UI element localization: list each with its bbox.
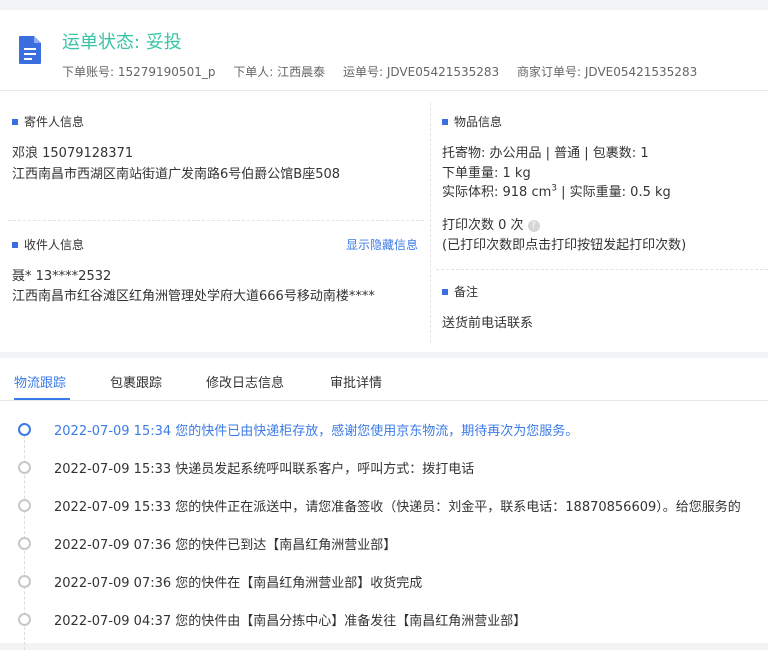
waybill-info: 寄件人信息 邓浪 15079128371 江西南昌市西湖区南站街道广发南路6号伯… (0, 91, 768, 352)
divider (430, 103, 431, 343)
timeline-item: 2022-07-09 04:37 您的快件由【南昌分拣中心】准备发往【南昌红角洲… (0, 610, 768, 630)
section-marker-icon (12, 118, 18, 125)
divider (8, 220, 424, 221)
sender-address: 江西南昌市西湖区南站街道广发南路6号伯爵公馆B座508 (12, 167, 341, 182)
section-marker-icon (12, 241, 18, 248)
sender-name-phone: 邓浪 15079128371 (12, 146, 134, 161)
divider (436, 269, 768, 270)
timeline-dot-icon (18, 461, 31, 474)
status-label: 运单状态: (62, 32, 141, 53)
print-count: 打印次数 0 次? (442, 214, 540, 233)
active-tab-indicator (14, 398, 70, 400)
goods-volume-weight: 实际体积: 918 cm3 | 实际重量: 0.5 kg (442, 183, 671, 200)
merchant-order-number: 商家订单号: JDVE05421535283 (517, 65, 698, 79)
tracking-tabs: 物流跟踪 包裹跟踪 修改日志信息 审批详情 (0, 358, 768, 401)
waybill-number: 运单号: JDVE05421535283 (342, 65, 500, 79)
timeline-item: 2022-07-09 07:36 您的快件已到达【南昌红角洲营业部】 (0, 534, 768, 554)
status-value: 妥投 (145, 32, 182, 53)
remark-section-title: 备注 (442, 283, 478, 300)
order-account: 下单账号: 15279190501_p (62, 65, 216, 79)
receiver-address: 江西南昌市红谷滩区红角洲管理处学府大道666号移动南楼**** (12, 289, 375, 304)
remark-text: 送货前电话联系 (442, 316, 534, 331)
timeline-item: 2022-07-09 15:34 您的快件已由快递柜存放，感谢您使用京东物流，期… (0, 420, 768, 440)
section-marker-icon (442, 288, 448, 295)
tracking-panel: 物流跟踪 包裹跟踪 修改日志信息 审批详情 2022-07-09 15:34 您… (0, 358, 768, 650)
receiver-section-title: 收件人信息 (12, 236, 84, 253)
goods-line-1: 托寄物: 办公用品 | 普通 | 包裹数: 1 (442, 146, 649, 161)
document-icon (19, 36, 41, 64)
help-icon[interactable]: ? (527, 219, 540, 232)
orderer: 下单人: 江西晨泰 (233, 65, 326, 79)
timeline-dot-icon (18, 613, 31, 626)
timeline-item-text: 2022-07-09 07:36 您的快件已到达【南昌红角洲营业部】 (54, 538, 397, 553)
timeline-item-text: 2022-07-09 07:36 您的快件在【南昌红角洲营业部】收货完成 (54, 576, 423, 591)
timeline-item: 2022-07-09 07:36 您的快件在【南昌红角洲营业部】收货完成 (0, 572, 768, 592)
receiver-name-phone: 聂* 13****2532 (12, 269, 112, 284)
section-marker-icon (442, 118, 448, 125)
goods-order-weight: 下单重量: 1 kg (442, 166, 531, 181)
tab-change-log[interactable]: 修改日志信息 (206, 372, 284, 391)
timeline-dot-icon (18, 423, 31, 436)
waybill-meta: 下单账号: 15279190501_p 下单人: 江西晨泰 运单号: JDVE0… (62, 63, 711, 80)
tab-package-tracking[interactable]: 包裹跟踪 (110, 372, 162, 391)
tab-approval-details[interactable]: 审批详情 (330, 372, 382, 391)
print-count-note: (已打印次数即点击打印按钮发起打印次数) (442, 238, 687, 253)
timeline-item: 2022-07-09 15:33 快递员发起系统呼叫联系客户，呼叫方式：拨打电话 (0, 458, 768, 478)
timeline-item-text: 2022-07-09 15:33 您的快件正在派送中，请您准备签收（快递员：刘金… (54, 500, 741, 515)
waybill-status: 运单状态: 妥投 (62, 28, 182, 54)
tab-logistics-tracking[interactable]: 物流跟踪 (14, 372, 66, 391)
timeline-dot-icon (18, 499, 31, 512)
timeline-item-text: 2022-07-09 04:37 您的快件由【南昌分拣中心】准备发往【南昌红角洲… (54, 614, 527, 629)
timeline-item-text: 2022-07-09 15:34 您的快件已由快递柜存放，感谢您使用京东物流，期… (54, 424, 579, 439)
waybill-header: 运单状态: 妥投 下单账号: 15279190501_p 下单人: 江西晨泰 运… (0, 10, 768, 91)
timeline-item-text: 2022-07-09 15:33 快递员发起系统呼叫联系客户，呼叫方式：拨打电话 (54, 462, 475, 477)
timeline-item: 2022-07-09 15:33 您的快件正在派送中，请您准备签收（快递员：刘金… (0, 496, 768, 516)
goods-section-title: 物品信息 (442, 113, 502, 130)
timeline-dot-icon (18, 537, 31, 550)
sender-section-title: 寄件人信息 (12, 113, 84, 130)
show-hidden-info-link[interactable]: 显示隐藏信息 (346, 236, 418, 253)
timeline-dot-icon (18, 575, 31, 588)
